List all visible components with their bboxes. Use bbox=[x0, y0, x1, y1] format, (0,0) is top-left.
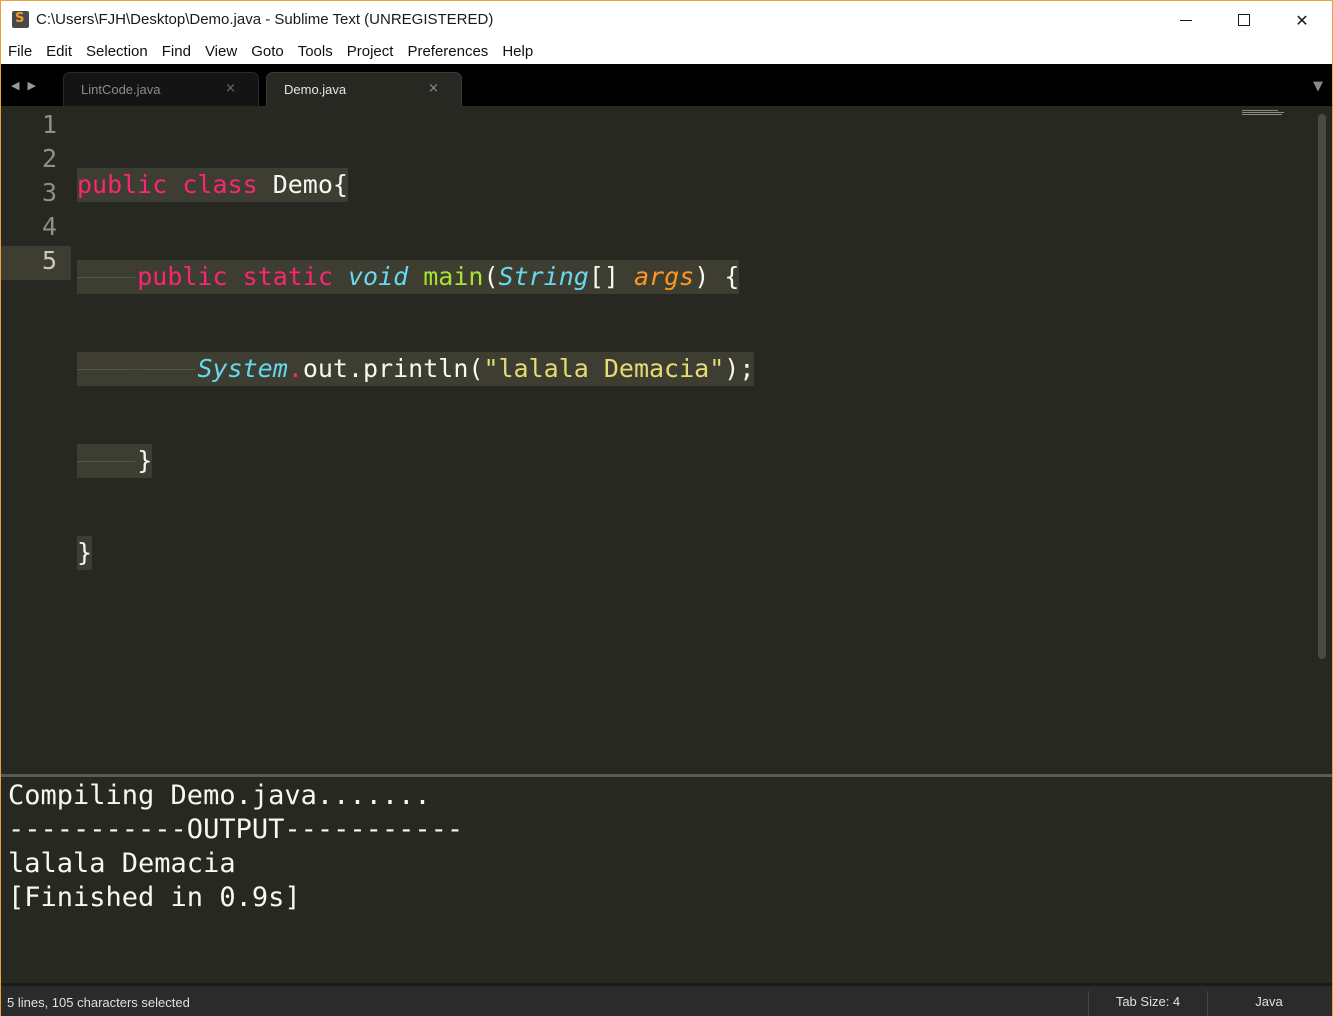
close-window-button[interactable]: ✕ bbox=[1273, 1, 1331, 39]
code-line-text: public·class·Demo{ bbox=[77, 168, 348, 202]
maximize-button[interactable] bbox=[1215, 1, 1273, 39]
editor-scrollbar[interactable] bbox=[1318, 114, 1326, 659]
tab-list-dropdown-icon[interactable]: ▼ bbox=[1313, 79, 1323, 94]
sublime-window: C:\Users\FJH\Desktop\Demo.java - Sublime… bbox=[0, 0, 1333, 1016]
code-line: } bbox=[77, 536, 754, 570]
tab-nav-arrows[interactable]: ◀▶ bbox=[11, 79, 44, 92]
maximize-icon bbox=[1238, 14, 1250, 26]
sublime-app-icon bbox=[12, 11, 29, 28]
arrow-left-icon[interactable]: ◀ bbox=[11, 79, 27, 92]
line-number-current: 5 bbox=[1, 246, 71, 280]
tab-strip: ◀▶ LintCode.java × Demo.java × ▼ bbox=[1, 64, 1332, 106]
minimize-icon bbox=[1180, 19, 1192, 21]
code-line-text: System.out.println("lalala Demacia"); bbox=[77, 352, 755, 386]
menu-goto[interactable]: Goto bbox=[244, 43, 291, 60]
tab-lintcode[interactable]: LintCode.java × bbox=[63, 72, 259, 106]
window-title: C:\Users\FJH\Desktop\Demo.java - Sublime… bbox=[36, 11, 494, 28]
code-editor[interactable]: 1 2 3 4 5 public·class·Demo{ public·stat… bbox=[1, 106, 1332, 774]
tab-demo[interactable]: Demo.java × bbox=[266, 72, 462, 106]
code-content[interactable]: public·class·Demo{ public·static·void·ma… bbox=[77, 110, 755, 628]
tab-close-icon[interactable]: × bbox=[225, 81, 236, 96]
tab-close-icon[interactable]: × bbox=[428, 81, 439, 96]
line-number: 1 bbox=[41, 110, 57, 139]
line-number: 3 bbox=[41, 178, 57, 207]
code-line: public·class·Demo{ bbox=[77, 168, 754, 202]
output-line: [Finished in 0.9s] bbox=[8, 882, 301, 913]
code-line: public·static·void·main(String[]·args)·{ bbox=[77, 260, 754, 294]
title-bar: C:\Users\FJH\Desktop\Demo.java - Sublime… bbox=[1, 1, 1332, 39]
menu-preferences[interactable]: Preferences bbox=[400, 43, 495, 60]
minimap[interactable] bbox=[1242, 110, 1284, 118]
selection-status: 5 lines, 105 characters selected bbox=[7, 995, 190, 1010]
minimize-button[interactable] bbox=[1157, 1, 1215, 39]
menu-selection[interactable]: Selection bbox=[79, 43, 155, 60]
menu-edit[interactable]: Edit bbox=[39, 43, 79, 60]
code-line-text: public·static·void·main(String[]·args)·{ bbox=[77, 260, 740, 294]
menu-help[interactable]: Help bbox=[495, 43, 540, 60]
output-line: -----------OUTPUT----------- bbox=[8, 814, 464, 845]
code-line-text: } bbox=[77, 536, 93, 570]
close-icon: ✕ bbox=[1295, 10, 1309, 30]
output-line: Compiling Demo.java....... bbox=[8, 780, 431, 811]
code-line-text: } bbox=[77, 444, 153, 478]
menu-project[interactable]: Project bbox=[340, 43, 401, 60]
syntax-selector[interactable]: Java bbox=[1208, 991, 1330, 1016]
menu-tools[interactable]: Tools bbox=[291, 43, 340, 60]
tab-label: LintCode.java bbox=[81, 82, 161, 97]
code-line: } bbox=[77, 444, 754, 478]
arrow-right-icon[interactable]: ▶ bbox=[27, 79, 43, 92]
menu-view[interactable]: View bbox=[198, 43, 244, 60]
build-output-panel[interactable]: Compiling Demo.java....... -----------OU… bbox=[1, 777, 1332, 983]
status-bar: 5 lines, 105 characters selected Tab Siz… bbox=[1, 983, 1332, 1016]
line-number: 4 bbox=[41, 212, 57, 241]
menu-bar: File Edit Selection Find View Goto Tools… bbox=[1, 39, 1332, 64]
menu-find[interactable]: Find bbox=[155, 43, 198, 60]
tab-label: Demo.java bbox=[284, 82, 347, 97]
line-number: 2 bbox=[41, 144, 57, 173]
menu-file[interactable]: File bbox=[1, 43, 39, 60]
line-number-gutter: 1 2 3 4 5 bbox=[1, 106, 71, 774]
code-line: System.out.println("lalala Demacia"); bbox=[77, 352, 755, 386]
output-line: lalala Demacia bbox=[8, 848, 236, 879]
tab-size-selector[interactable]: Tab Size: 4 bbox=[1088, 991, 1208, 1016]
